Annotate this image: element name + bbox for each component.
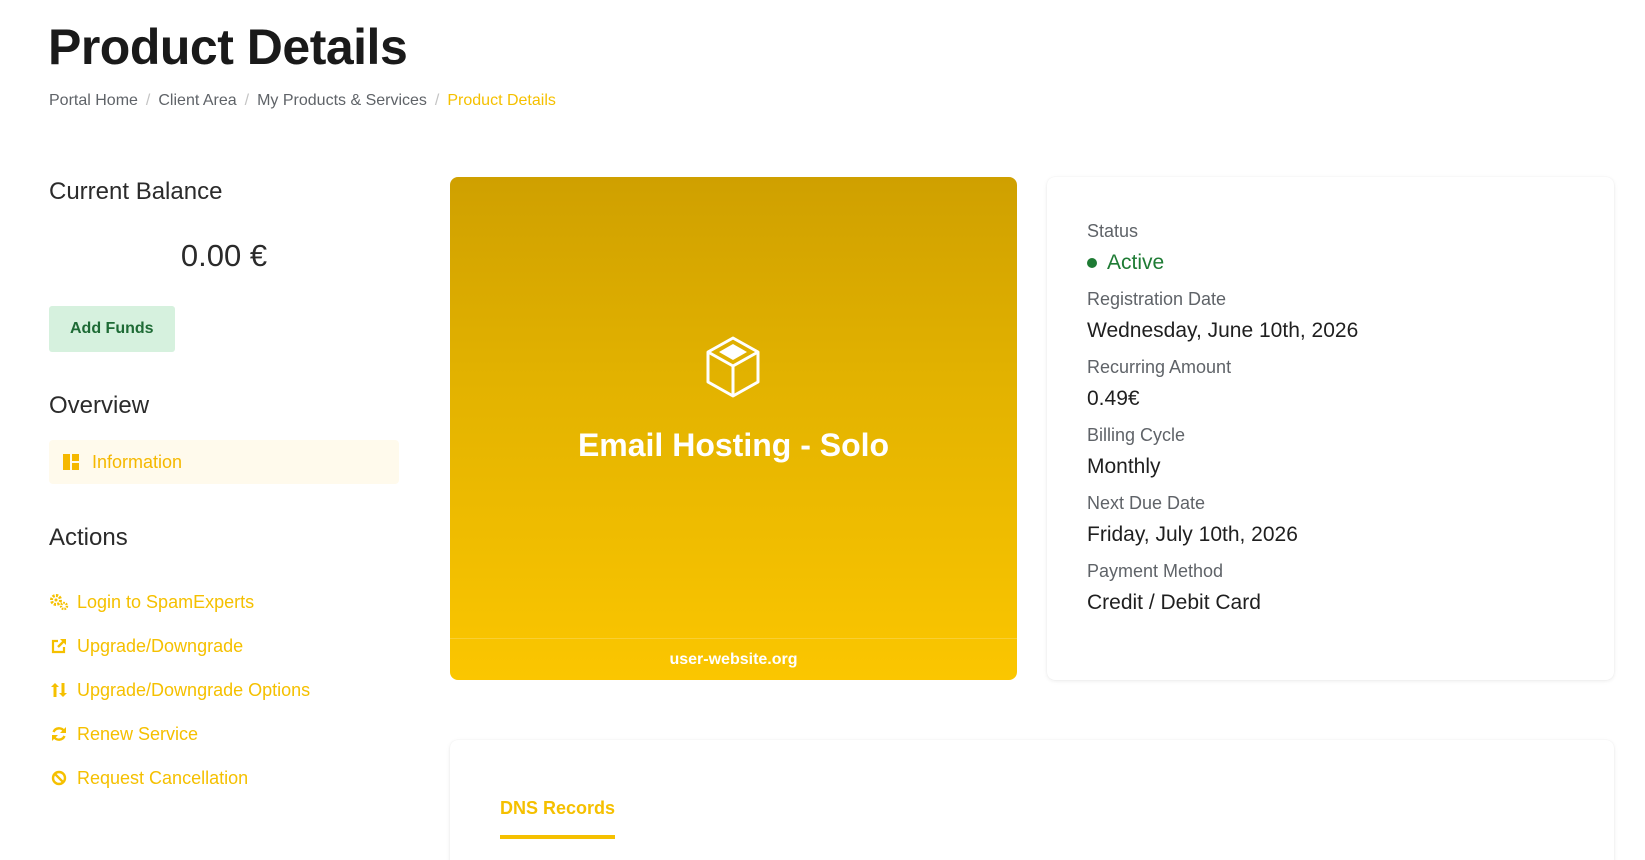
product-name: Email Hosting - Solo: [577, 427, 890, 463]
product-card: Email Hosting - Solo user-website.org: [450, 177, 1017, 680]
overview-heading: Overview: [49, 392, 150, 419]
current-balance-heading: Current Balance: [49, 178, 223, 205]
status-label: Status: [1087, 221, 1139, 241]
page: Product Details Portal Home / Client Are…: [0, 0, 1645, 860]
add-funds-button[interactable]: Add Funds: [49, 306, 175, 352]
page-title: Product Details: [48, 19, 408, 75]
breadcrumb-separator: /: [145, 92, 151, 109]
next-due-date-label: Next Due Date: [1087, 493, 1206, 513]
registration-date-value: Wednesday, June 10th, 2026: [1087, 319, 1359, 342]
external-link-icon: [49, 637, 69, 655]
cogs-icon: [49, 593, 69, 611]
action-login-spamexperts[interactable]: Login to SpamExperts: [49, 580, 399, 624]
breadcrumb-separator: /: [434, 92, 440, 109]
billing-cycle-label: Billing Cycle: [1087, 425, 1186, 445]
breadcrumb-client-area[interactable]: Client Area: [158, 92, 236, 110]
product-domain: user-website.org: [450, 638, 1017, 680]
tab-dns-records[interactable]: DNS Records: [500, 798, 616, 839]
sync-icon: [49, 725, 69, 743]
next-due-date-value: Friday, July 10th, 2026: [1087, 523, 1298, 546]
breadcrumb: Portal Home / Client Area / My Products …: [49, 92, 556, 110]
breadcrumb-portal-home[interactable]: Portal Home: [49, 92, 138, 110]
dashboard-icon: [63, 454, 79, 470]
action-label: Login to SpamExperts: [77, 591, 255, 612]
payment-method-label: Payment Method: [1087, 561, 1224, 581]
product-info-card: Status Active Registration Date Wednesda…: [1047, 177, 1614, 680]
action-upgrade-downgrade[interactable]: Upgrade/Downgrade: [49, 624, 399, 668]
ban-icon: [49, 769, 69, 787]
action-renew-service[interactable]: Renew Service: [49, 712, 399, 756]
dns-records-card: DNS Records: [450, 740, 1614, 860]
recurring-amount-label: Recurring Amount: [1087, 357, 1232, 377]
breadcrumb-separator: /: [244, 92, 250, 109]
actions-list: Login to SpamExperts Upgrade/Downgrade U…: [49, 580, 399, 800]
status-badge: Active: [1087, 251, 1574, 275]
current-balance-value: 0.00 €: [180, 238, 268, 273]
overview-item-information[interactable]: Information: [49, 440, 399, 484]
action-request-cancellation[interactable]: Request Cancellation: [49, 756, 399, 800]
breadcrumb-my-products[interactable]: My Products & Services: [257, 92, 427, 110]
registration-date-label: Registration Date: [1087, 289, 1227, 309]
cube-icon: [706, 336, 760, 398]
overview-item-label: Information: [92, 451, 183, 472]
action-upgrade-downgrade-options[interactable]: Upgrade/Downgrade Options: [49, 668, 399, 712]
action-label: Request Cancellation: [77, 767, 249, 788]
sort-arrows-icon: [49, 681, 69, 699]
sidebar: Current Balance 0.00 € Add Funds Overvie…: [49, 178, 399, 800]
recurring-amount-value: 0.49€: [1087, 387, 1140, 410]
breadcrumb-current: Product Details: [447, 92, 556, 109]
actions-heading: Actions: [49, 524, 128, 551]
payment-method-value: Credit / Debit Card: [1087, 591, 1261, 614]
action-label: Renew Service: [77, 723, 199, 744]
status-dot: [1087, 258, 1097, 268]
status-value: Active: [1107, 251, 1165, 274]
action-label: Upgrade/Downgrade Options: [77, 679, 311, 700]
action-label: Upgrade/Downgrade: [77, 635, 244, 656]
billing-cycle-value: Monthly: [1087, 455, 1161, 478]
